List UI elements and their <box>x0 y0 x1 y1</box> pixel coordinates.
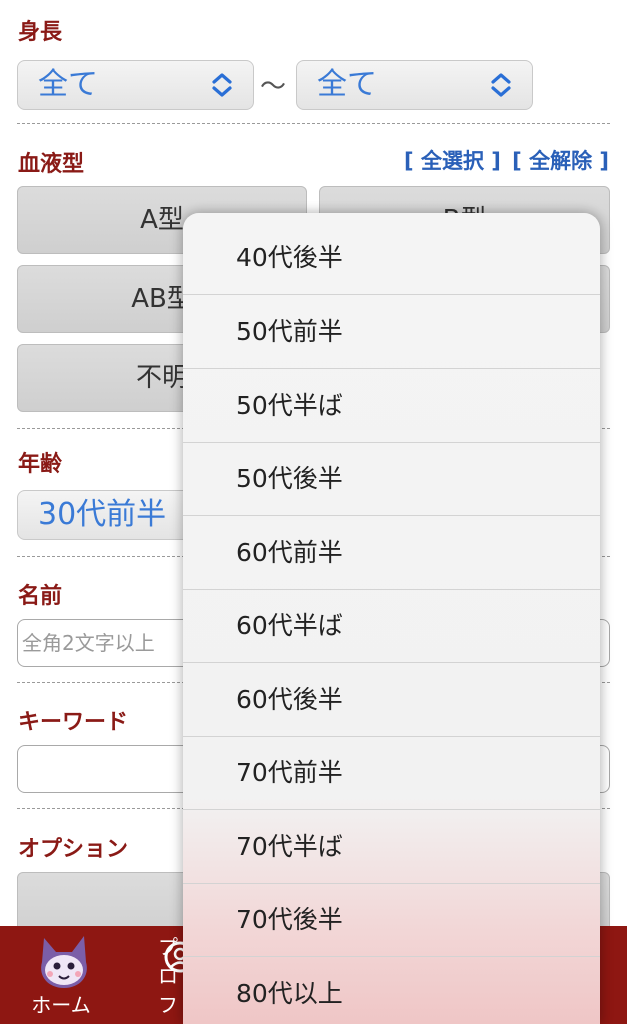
chevron-up-down-icon <box>212 73 232 97</box>
picker-option[interactable]: 60代後半 <box>183 663 600 737</box>
height-title: 身長 <box>18 20 63 45</box>
name-input-placeholder: 全角2文字以上 <box>22 631 155 655</box>
age-title: 年齢 <box>18 452 63 477</box>
options-title: オプション <box>18 837 129 862</box>
nav-item-home[interactable]: ホーム <box>0 926 150 1024</box>
height-to-value: 全て <box>317 67 377 102</box>
picker-option[interactable]: 80代以上 <box>183 957 600 1024</box>
deselect-all-link[interactable]: [ 全解除 ] <box>512 149 609 173</box>
cat-mascot-icon <box>41 936 87 988</box>
blood-type-title: 血液型 <box>18 152 85 177</box>
nav-label-home: ホーム <box>31 993 91 1017</box>
picker-option[interactable]: 50代前半 <box>183 295 600 369</box>
picker-option[interactable]: 50代後半 <box>183 442 600 516</box>
divider <box>17 123 610 124</box>
select-all-link[interactable]: [ 全選択 ] <box>404 149 501 173</box>
blood-type-select-links: [ 全選択 ] [ 全解除 ] <box>400 145 609 175</box>
picker-option[interactable]: 60代前半 <box>183 516 600 590</box>
height-from-value: 全て <box>38 67 98 102</box>
nav-label-profile: プロフ <box>158 935 178 1017</box>
range-separator: ～ <box>260 72 287 102</box>
keyword-title: キーワード <box>18 710 129 735</box>
picker-option[interactable]: 50代半ば <box>183 369 600 443</box>
picker-option[interactable]: 60代半ば <box>183 589 600 663</box>
chevron-up-down-icon <box>491 73 511 97</box>
picker-option[interactable]: 70代半ば <box>183 810 600 884</box>
picker-option[interactable]: 40代後半 <box>183 221 600 295</box>
name-title: 名前 <box>18 584 63 609</box>
age-from-value: 30代前半 <box>38 497 167 532</box>
picker-option[interactable]: 70代後半 <box>183 883 600 957</box>
nav-item-profile[interactable]: プロフ <box>150 926 183 1024</box>
age-picker-list[interactable]: 40代後半 50代前半 50代半ば 50代後半 60代前半 60代半ば 60代後… <box>183 213 600 1024</box>
height-to-select[interactable]: 全て <box>296 60 533 110</box>
height-from-select[interactable]: 全て <box>17 60 254 110</box>
picker-option[interactable]: 70代前半 <box>183 736 600 810</box>
